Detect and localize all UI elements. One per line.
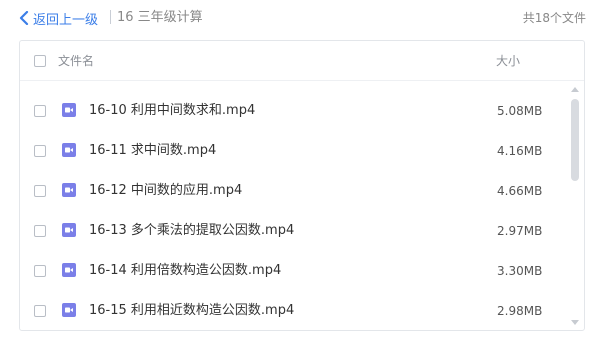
video-file-icon bbox=[62, 303, 76, 317]
file-name[interactable]: 16-15 利用相近数构造公因数.mp4 bbox=[89, 302, 294, 320]
video-file-icon bbox=[62, 143, 76, 157]
file-size: 2.97MB bbox=[497, 224, 543, 238]
file-list-header: 文件名 大小 bbox=[20, 41, 584, 81]
file-row[interactable]: 16-13 多个乘法的提取公因数.mp4 2.97MB bbox=[20, 211, 566, 251]
file-checkbox[interactable] bbox=[34, 145, 46, 157]
scroll-down-arrow-icon[interactable] bbox=[571, 320, 579, 325]
file-size: 2.98MB bbox=[497, 304, 543, 318]
breadcrumb: 返回上一级 16 三年级计算 共18个文件 bbox=[0, 0, 598, 36]
file-name[interactable]: 16-12 中间数的应用.mp4 bbox=[89, 182, 242, 200]
video-file-icon bbox=[62, 103, 76, 117]
file-size: 4.16MB bbox=[497, 144, 543, 158]
file-browser-page: 返回上一级 16 三年级计算 共18个文件 文件名 大小 16-10 利用中间数… bbox=[0, 0, 598, 346]
back-link-label: 返回上一级 bbox=[33, 12, 99, 28]
file-name[interactable]: 16-10 利用中间数求和.mp4 bbox=[89, 102, 255, 120]
column-header-name: 文件名 bbox=[58, 54, 95, 68]
file-name[interactable]: 16-11 求中间数.mp4 bbox=[89, 142, 216, 160]
video-file-icon bbox=[62, 263, 76, 277]
chevron-left-icon bbox=[18, 10, 30, 26]
select-all-checkbox[interactable] bbox=[34, 55, 46, 67]
file-size: 3.30MB bbox=[497, 264, 543, 278]
scroll-up-arrow-icon[interactable] bbox=[571, 87, 579, 92]
video-file-icon bbox=[62, 223, 76, 237]
file-row[interactable]: 16-15 利用相近数构造公因数.mp4 2.98MB bbox=[20, 291, 566, 331]
current-folder-name: 16 三年级计算 bbox=[117, 10, 203, 25]
file-list-panel: 文件名 大小 16-10 利用中间数求和.mp4 5.08MB 16-11 求中… bbox=[19, 40, 585, 331]
file-checkbox[interactable] bbox=[34, 105, 46, 117]
file-name[interactable]: 16-13 多个乘法的提取公因数.mp4 bbox=[89, 222, 294, 240]
breadcrumb-divider bbox=[110, 10, 111, 24]
column-header-size: 大小 bbox=[496, 54, 521, 68]
file-list: 16-10 利用中间数求和.mp4 5.08MB 16-11 求中间数.mp4 … bbox=[20, 91, 566, 331]
back-link[interactable]: 返回上一级 bbox=[18, 9, 99, 28]
file-row[interactable]: 16-12 中间数的应用.mp4 4.66MB bbox=[20, 171, 566, 211]
file-size: 4.66MB bbox=[497, 184, 543, 198]
video-file-icon bbox=[62, 183, 76, 197]
vertical-scrollbar[interactable] bbox=[568, 83, 582, 329]
file-row[interactable]: 16-14 利用倍数构造公因数.mp4 3.30MB bbox=[20, 251, 566, 291]
file-name[interactable]: 16-14 利用倍数构造公因数.mp4 bbox=[89, 262, 281, 280]
scrollbar-thumb[interactable] bbox=[571, 99, 579, 181]
file-checkbox[interactable] bbox=[34, 185, 46, 197]
file-checkbox[interactable] bbox=[34, 305, 46, 317]
file-row[interactable]: 16-11 求中间数.mp4 4.16MB bbox=[20, 131, 566, 171]
file-checkbox[interactable] bbox=[34, 225, 46, 237]
file-checkbox[interactable] bbox=[34, 265, 46, 277]
file-row[interactable]: 16-10 利用中间数求和.mp4 5.08MB bbox=[20, 91, 566, 131]
file-count-label: 共18个文件 bbox=[522, 11, 586, 25]
file-size: 5.08MB bbox=[497, 104, 543, 118]
